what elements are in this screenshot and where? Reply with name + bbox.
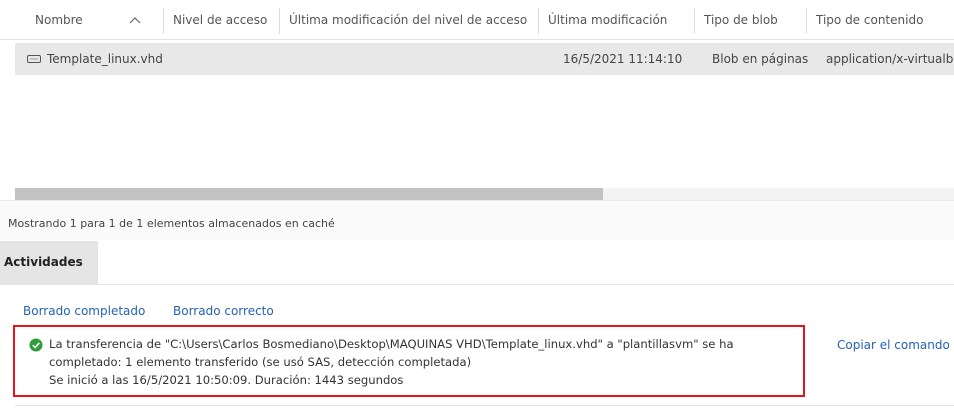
cache-status-text: Mostrando 1 para 1 de 1 elementos almace… (8, 217, 335, 230)
column-header-blob-type[interactable]: Tipo de blob (697, 0, 797, 40)
file-icon (27, 55, 41, 63)
activities-tab-strip (98, 241, 954, 285)
column-header-access-level[interactable]: Nivel de acceso (166, 0, 276, 40)
column-separator[interactable] (279, 8, 280, 34)
column-separator[interactable] (694, 8, 695, 34)
column-header-access-level-modified[interactable]: Última modificación del nivel de acceso (282, 0, 537, 40)
column-separator[interactable] (538, 8, 539, 34)
tab-activities-label: Actividades (4, 255, 83, 269)
row-access-level (166, 43, 266, 75)
status-bar: Mostrando 1 para 1 de 1 elementos almace… (0, 200, 954, 240)
scrollbar-thumb[interactable] (15, 188, 603, 200)
success-check-icon (29, 338, 43, 352)
column-separator[interactable] (806, 8, 807, 34)
horizontal-scrollbar[interactable] (15, 188, 954, 200)
divider (15, 405, 954, 406)
table-header: Nombre Nivel de acceso Última modificaci… (0, 0, 954, 40)
clear-successful-link[interactable]: Borrado correcto (173, 304, 274, 318)
copy-command-link[interactable]: Copiar el comando (837, 338, 950, 352)
activities-panel-header: Actividades (0, 241, 954, 285)
transfer-message-line3: Se inició a las 16/5/2021 10:50:09. Dura… (49, 373, 404, 387)
sort-ascending-icon[interactable] (128, 14, 142, 26)
row-blob-type: Blob en páginas (712, 52, 809, 66)
transfer-message-line1: La transferencia de "C:\Users\Carlos Bos… (49, 337, 734, 351)
row-access-level-modified (282, 43, 522, 75)
table-row[interactable]: Template_linux.vhd 16/5/2021 11:14:10 Bl… (15, 43, 954, 75)
column-header-last-modified[interactable]: Última modificación (541, 0, 691, 40)
transfer-message-line2: completado: 1 elemento transferido (se u… (49, 355, 472, 369)
row-content-type: application/x-virtualb (826, 52, 954, 66)
tab-activities[interactable]: Actividades (0, 241, 98, 285)
column-separator[interactable] (163, 8, 164, 34)
row-last-modified: 16/5/2021 11:14:10 (563, 52, 683, 66)
column-header-content-type[interactable]: Tipo de contenido (809, 0, 954, 40)
clear-completed-link[interactable]: Borrado completado (23, 304, 145, 318)
column-header-name[interactable]: Nombre (28, 0, 128, 40)
